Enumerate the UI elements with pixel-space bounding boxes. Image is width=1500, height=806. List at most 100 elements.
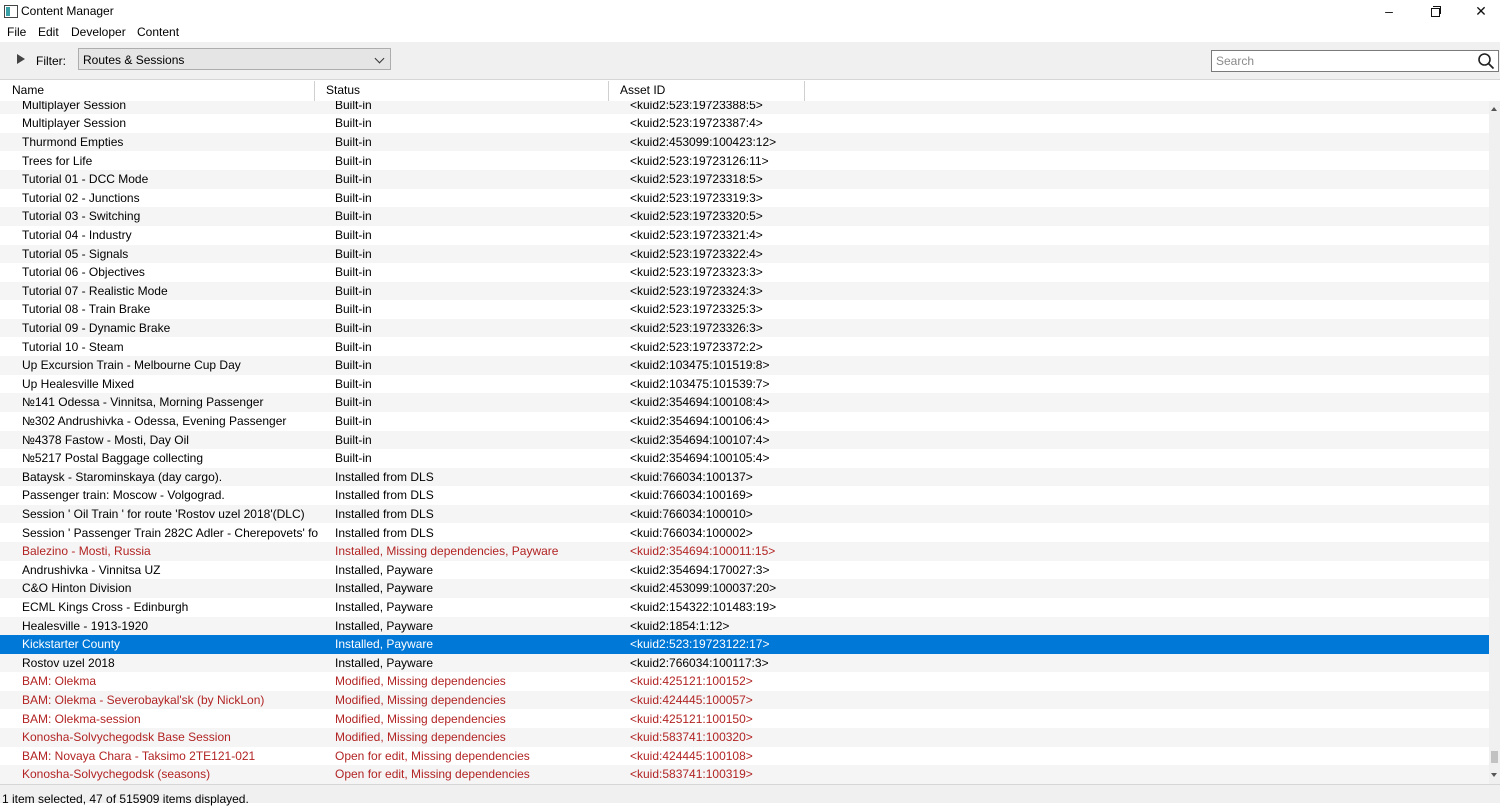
close-button[interactable]: ✕ bbox=[1458, 0, 1500, 23]
row-name: BAM: Olekma bbox=[22, 674, 97, 689]
table-row[interactable]: Healesville - 1913-1920 Installed, Paywar… bbox=[0, 616, 1489, 636]
scroll-thumb[interactable] bbox=[1491, 751, 1498, 763]
row-asset-id: <kuid2:523:19723325:3> bbox=[630, 302, 763, 317]
table-row[interactable]: Session ' Oil Train ' for route 'Rostov … bbox=[0, 504, 1489, 524]
vertical-scrollbar[interactable] bbox=[1489, 101, 1500, 784]
table-row[interactable]: №4378 Fastow - Mosti, Day Oil Built-in <ku… bbox=[0, 430, 1489, 450]
row-name: C&O Hinton Division bbox=[22, 581, 132, 596]
table-row[interactable]: Tutorial 08 - Train Brake Built-in <kuid2:… bbox=[0, 300, 1489, 319]
minimize-button[interactable]: – bbox=[1366, 0, 1412, 23]
row-name: №141 Odessa - Vinnitsa, Morning Passenge… bbox=[22, 395, 264, 410]
table-row[interactable]: Tutorial 04 - Industry Built-in <kuid2:523… bbox=[0, 226, 1489, 245]
row-name: Tutorial 04 - Industry bbox=[22, 227, 132, 242]
asset-list[interactable]: Multiplayer Session Built-in <kuid2:523:19… bbox=[0, 101, 1489, 784]
column-header-name[interactable]: Name bbox=[12, 80, 44, 101]
row-name: Passenger train: Moscow - Volgograd. bbox=[22, 488, 225, 503]
row-asset-id: <kuid:583741:100319> bbox=[630, 767, 753, 782]
search-icon[interactable] bbox=[1477, 52, 1495, 70]
table-row[interactable]: Tutorial 09 - Dynamic Brake Built-in <kuid… bbox=[0, 318, 1489, 338]
table-row[interactable]: Up Excursion Train - Melbourne Cup Day Bu… bbox=[0, 356, 1489, 375]
row-asset-id: <kuid2:523:19723321:4> bbox=[630, 227, 763, 242]
table-row[interactable]: Up Healesville Mixed Built-in <kuid2:10347… bbox=[0, 375, 1489, 394]
table-row[interactable]: Session ' Passenger Train 282C Adler - C… bbox=[0, 524, 1489, 543]
menu-bar: File Edit Developer Content bbox=[0, 23, 1500, 42]
row-asset-id: <kuid2:1854:1:12> bbox=[630, 618, 730, 633]
row-name: Session ' Oil Train ' for route 'Rostov … bbox=[22, 506, 305, 521]
table-row[interactable]: Andrushivka - Vinnitsa UZ Installed, Payw… bbox=[0, 561, 1489, 580]
table-row[interactable]: Bataysk - Starominskaya (day cargo). Inst… bbox=[0, 467, 1489, 487]
table-row[interactable]: Thurmond Empties Built-in <kuid2:453099:10… bbox=[0, 132, 1489, 152]
row-status: Open for edit, Missing dependencies bbox=[335, 767, 530, 782]
table-row[interactable]: BAM: Olekma Modified, Missing dependencie… bbox=[0, 672, 1489, 691]
table-row[interactable]: Konosha-Solvychegodsk Base Session Modifi… bbox=[0, 728, 1489, 747]
row-asset-id: <kuid2:354694:100105:4> bbox=[630, 451, 770, 466]
row-asset-id: <kuid2:354694:100011:15> bbox=[630, 544, 776, 559]
filter-dropdown[interactable]: Routes & Sessions bbox=[78, 48, 391, 70]
row-name: №302 Andrushivka - Odessa, Evening Passe… bbox=[22, 413, 287, 428]
table-row[interactable]: Tutorial 10 - Steam Built-in <kuid2:523:19… bbox=[0, 338, 1489, 357]
row-name: Tutorial 03 - Switching bbox=[22, 209, 141, 224]
row-status: Installed from DLS bbox=[335, 469, 434, 484]
row-asset-id: <kuid2:523:19723318:5> bbox=[630, 172, 763, 187]
table-row[interactable]: Tutorial 03 - Switching Built-in <kuid2:52… bbox=[0, 207, 1489, 226]
table-row[interactable]: Tutorial 07 - Realistic Mode Built-in <kui… bbox=[0, 281, 1489, 301]
table-row[interactable]: BAM: Olekma-session Modified, Missing dep… bbox=[0, 710, 1489, 729]
row-asset-id: <kuid2:354694:100107:4> bbox=[630, 432, 770, 447]
scroll-down-icon[interactable] bbox=[1491, 773, 1497, 777]
row-asset-id: <kuid2:523:19723326:3> bbox=[630, 320, 763, 335]
table-row[interactable]: Trees for Life Built-in <kuid2:523:1972312… bbox=[0, 152, 1489, 171]
table-row[interactable]: №141 Odessa - Vinnitsa, Morning Passenge… bbox=[0, 393, 1489, 412]
row-asset-id: <kuid2:354694:100106:4> bbox=[630, 413, 770, 428]
menu-developer[interactable]: Developer bbox=[71, 25, 126, 39]
filter-selected-value: Routes & Sessions bbox=[83, 53, 185, 67]
column-divider[interactable] bbox=[608, 81, 609, 101]
column-divider[interactable] bbox=[314, 81, 315, 101]
scroll-up-icon[interactable] bbox=[1491, 107, 1497, 111]
table-row[interactable]: №5217 Postal Baggage collecting Built-in <… bbox=[0, 449, 1489, 468]
menu-file[interactable]: File bbox=[7, 25, 26, 39]
column-header-status[interactable]: Status bbox=[326, 80, 360, 101]
table-row[interactable]: Passenger train: Moscow - Volgograd. Inst… bbox=[0, 486, 1489, 505]
table-row[interactable]: C&O Hinton Division Installed, Payware <ku… bbox=[0, 579, 1489, 598]
table-row[interactable]: BAM: Novaya Chara - Taksimo 2TE121-021 Op… bbox=[0, 747, 1489, 766]
row-status: Built-in bbox=[335, 101, 372, 112]
restore-button[interactable] bbox=[1412, 0, 1458, 23]
row-asset-id: <kuid2:766034:100117:3> bbox=[630, 655, 769, 670]
table-row[interactable]: Balezino - Mosti, Russia Installed, Missi… bbox=[0, 542, 1489, 561]
row-status: Installed, Payware bbox=[335, 637, 434, 652]
column-divider[interactable] bbox=[804, 81, 805, 101]
row-asset-id: <kuid2:523:19723122:17> bbox=[630, 637, 770, 652]
expand-arrow-icon[interactable] bbox=[17, 54, 25, 64]
menu-content[interactable]: Content bbox=[137, 25, 179, 39]
table-row[interactable]: Kickstarter County Installed, Payware <kui… bbox=[0, 635, 1489, 654]
row-asset-id: <kuid2:523:19723388:5> bbox=[630, 101, 763, 112]
table-row[interactable]: Tutorial 01 - DCC Mode Built-in <kuid2:523… bbox=[0, 170, 1489, 189]
column-header-asset-id[interactable]: Asset ID bbox=[620, 80, 665, 101]
table-row[interactable]: Multiplayer Session Built-in <kuid2:523:19… bbox=[0, 114, 1489, 133]
row-asset-id: <kuid2:453099:100037:20> bbox=[630, 581, 777, 596]
search-input[interactable] bbox=[1216, 53, 1471, 69]
table-row[interactable]: Konosha-Solvychegodsk (seasons) Open for … bbox=[0, 765, 1489, 784]
row-status: Built-in bbox=[335, 451, 372, 466]
row-asset-id: <kuid2:523:19723320:5> bbox=[630, 209, 763, 224]
row-status: Installed, Payware bbox=[335, 599, 434, 614]
row-status: Built-in bbox=[335, 302, 372, 317]
column-header: Name Status Asset ID bbox=[0, 80, 1500, 102]
row-status: Built-in bbox=[335, 283, 372, 298]
row-asset-id: <kuid2:523:19723372:2> bbox=[630, 339, 763, 354]
table-row[interactable]: ECML Kings Cross - Edinburgh Installed, P… bbox=[0, 598, 1489, 617]
table-row[interactable]: №302 Andrushivka - Odessa, Evening Passe… bbox=[0, 412, 1489, 431]
row-status: Built-in bbox=[335, 395, 372, 410]
menu-edit[interactable]: Edit bbox=[38, 25, 59, 39]
table-row[interactable]: Tutorial 06 - Objectives Built-in <kuid2:5… bbox=[0, 263, 1489, 282]
table-row[interactable]: BAM: Olekma - Severobaykal'sk (by NickLo… bbox=[0, 690, 1489, 710]
table-row[interactable]: Multiplayer Session Built-in <kuid2:523:19… bbox=[0, 101, 1489, 115]
table-row[interactable]: Tutorial 05 - Signals Built-in <kuid2:523:… bbox=[0, 244, 1489, 264]
row-asset-id: <kuid:425121:100152> bbox=[630, 674, 753, 689]
title-bar: Content Manager – ✕ bbox=[0, 0, 1500, 23]
row-asset-id: <kuid2:154322:101483:19> bbox=[630, 599, 777, 614]
row-status: Built-in bbox=[335, 134, 372, 149]
row-asset-id: <kuid2:523:19723322:4> bbox=[630, 246, 763, 261]
table-row[interactable]: Tutorial 02 - Junctions Built-in <kuid2:52… bbox=[0, 189, 1489, 208]
table-row[interactable]: Rostov uzel 2018 Installed, Payware <kuid2… bbox=[0, 653, 1489, 673]
